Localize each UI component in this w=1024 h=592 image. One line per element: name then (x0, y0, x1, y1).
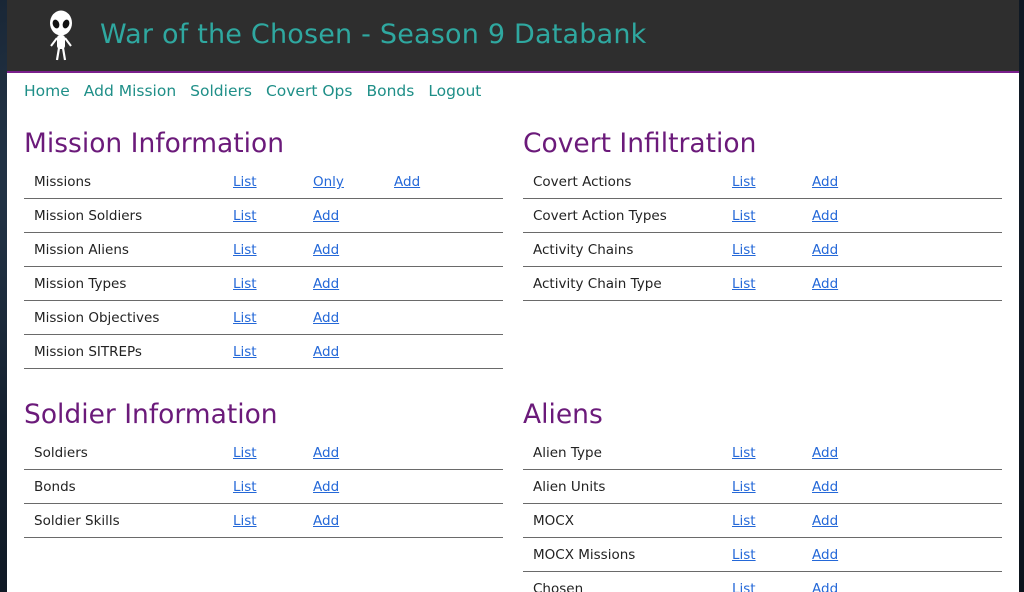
list-link[interactable]: List (233, 479, 257, 495)
table-row: Covert Actions List Add (523, 165, 1002, 199)
add-link[interactable]: Add (812, 242, 838, 258)
add-link[interactable]: Add (313, 445, 339, 461)
add-link[interactable]: Add (812, 276, 838, 292)
nav-soldiers[interactable]: Soldiers (190, 82, 252, 100)
section-title: Soldier Information (24, 399, 278, 430)
add-link[interactable]: Add (812, 445, 838, 461)
table-row: MOCX Missions List Add (523, 538, 1002, 572)
add-link[interactable]: Add (812, 547, 838, 563)
section-title: Mission Information (24, 128, 285, 159)
table-row: Soldiers List Add (24, 436, 503, 470)
table-row: Activity Chains List Add (523, 233, 1002, 267)
section-title: Aliens (523, 399, 603, 430)
table-row: Activity Chain Type List Add (523, 267, 1002, 301)
row-label: MOCX (533, 513, 574, 529)
main-nav: Home Add Mission Soldiers Covert Ops Bonds Lo… (24, 82, 495, 101)
list-link[interactable]: List (732, 174, 756, 190)
table-row: Mission Types List Add (24, 267, 503, 301)
nav-logout[interactable]: Logout (428, 82, 481, 100)
list-link[interactable]: List (233, 242, 257, 258)
row-label: Mission Soldiers (34, 208, 143, 224)
row-label: Chosen (533, 581, 584, 592)
list-link[interactable]: List (233, 513, 257, 529)
add-link[interactable]: Add (313, 208, 339, 224)
nav-covert-ops[interactable]: Covert Ops (266, 82, 353, 100)
soldier-information-section: Soldier Information Soldiers List Add Bo… (24, 398, 503, 538)
row-label: Soldiers (34, 445, 88, 461)
row-label: Mission Aliens (34, 242, 129, 258)
table-row: Mission SITREPs List Add (24, 335, 503, 369)
list-link[interactable]: List (233, 445, 257, 461)
list-link[interactable]: List (732, 547, 756, 563)
nav-add-mission[interactable]: Add Mission (84, 82, 176, 100)
only-link[interactable]: Only (313, 174, 344, 190)
table-row: Chosen List Add (523, 572, 1002, 592)
table-row: Alien Type List Add (523, 436, 1002, 470)
site-title: War of the Chosen - Season 9 Databank (100, 19, 647, 50)
table-row: Mission Aliens List Add (24, 233, 503, 267)
row-label: Alien Units (533, 479, 606, 495)
nav-home[interactable]: Home (24, 82, 70, 100)
add-link[interactable]: Add (812, 174, 838, 190)
add-link[interactable]: Add (313, 513, 339, 529)
row-label: Soldier Skills (34, 513, 120, 529)
nav-bonds[interactable]: Bonds (366, 82, 414, 100)
table-row: MOCX List Add (523, 504, 1002, 538)
row-label: Covert Action Types (533, 208, 667, 224)
add-link[interactable]: Add (313, 276, 339, 292)
table-row: Bonds List Add (24, 470, 503, 504)
list-link[interactable]: List (732, 581, 756, 592)
add-link[interactable]: Add (812, 479, 838, 495)
row-label: Activity Chains (533, 242, 634, 258)
add-link[interactable]: Add (313, 344, 339, 360)
table-row: Missions List Only Add (24, 165, 503, 199)
alien-logo-icon[interactable] (47, 10, 75, 62)
table-row: Alien Units List Add (523, 470, 1002, 504)
table-row: Covert Action Types List Add (523, 199, 1002, 233)
row-label: MOCX Missions (533, 547, 636, 563)
list-link[interactable]: List (233, 344, 257, 360)
table-row: Soldier Skills List Add (24, 504, 503, 538)
add-link[interactable]: Add (313, 310, 339, 326)
row-label: Alien Type (533, 445, 602, 461)
list-link[interactable]: List (233, 310, 257, 326)
add-link[interactable]: Add (313, 242, 339, 258)
row-label: Mission Objectives (34, 310, 160, 326)
add-link[interactable]: Add (394, 174, 420, 190)
list-link[interactable]: List (233, 276, 257, 292)
row-label: Covert Actions (533, 174, 632, 190)
row-label: Missions (34, 174, 92, 190)
list-link[interactable]: List (732, 208, 756, 224)
list-link[interactable]: List (233, 174, 257, 190)
browser-page: War of the Chosen - Season 9 Databank Ho… (7, 0, 1019, 592)
list-link[interactable]: List (732, 242, 756, 258)
list-link[interactable]: List (732, 445, 756, 461)
row-label: Mission Types (34, 276, 127, 292)
list-link[interactable]: List (732, 479, 756, 495)
aliens-section: Aliens Alien Type List Add Alien Units L… (523, 398, 1002, 592)
table-row: Mission Soldiers List Add (24, 199, 503, 233)
list-link[interactable]: List (732, 276, 756, 292)
row-label: Activity Chain Type (533, 276, 662, 292)
row-label: Bonds (34, 479, 76, 495)
list-link[interactable]: List (732, 513, 756, 529)
mission-information-section: Mission Information Missions List Only A… (24, 127, 503, 369)
site-header: War of the Chosen - Season 9 Databank (7, 0, 1019, 73)
section-title: Covert Infiltration (523, 128, 757, 159)
list-link[interactable]: List (233, 208, 257, 224)
row-label: Mission SITREPs (34, 344, 142, 360)
covert-infiltration-section: Covert Infiltration Covert Actions List … (523, 127, 1002, 301)
add-link[interactable]: Add (812, 581, 838, 592)
add-link[interactable]: Add (313, 479, 339, 495)
table-row: Mission Objectives List Add (24, 301, 503, 335)
add-link[interactable]: Add (812, 208, 838, 224)
add-link[interactable]: Add (812, 513, 838, 529)
